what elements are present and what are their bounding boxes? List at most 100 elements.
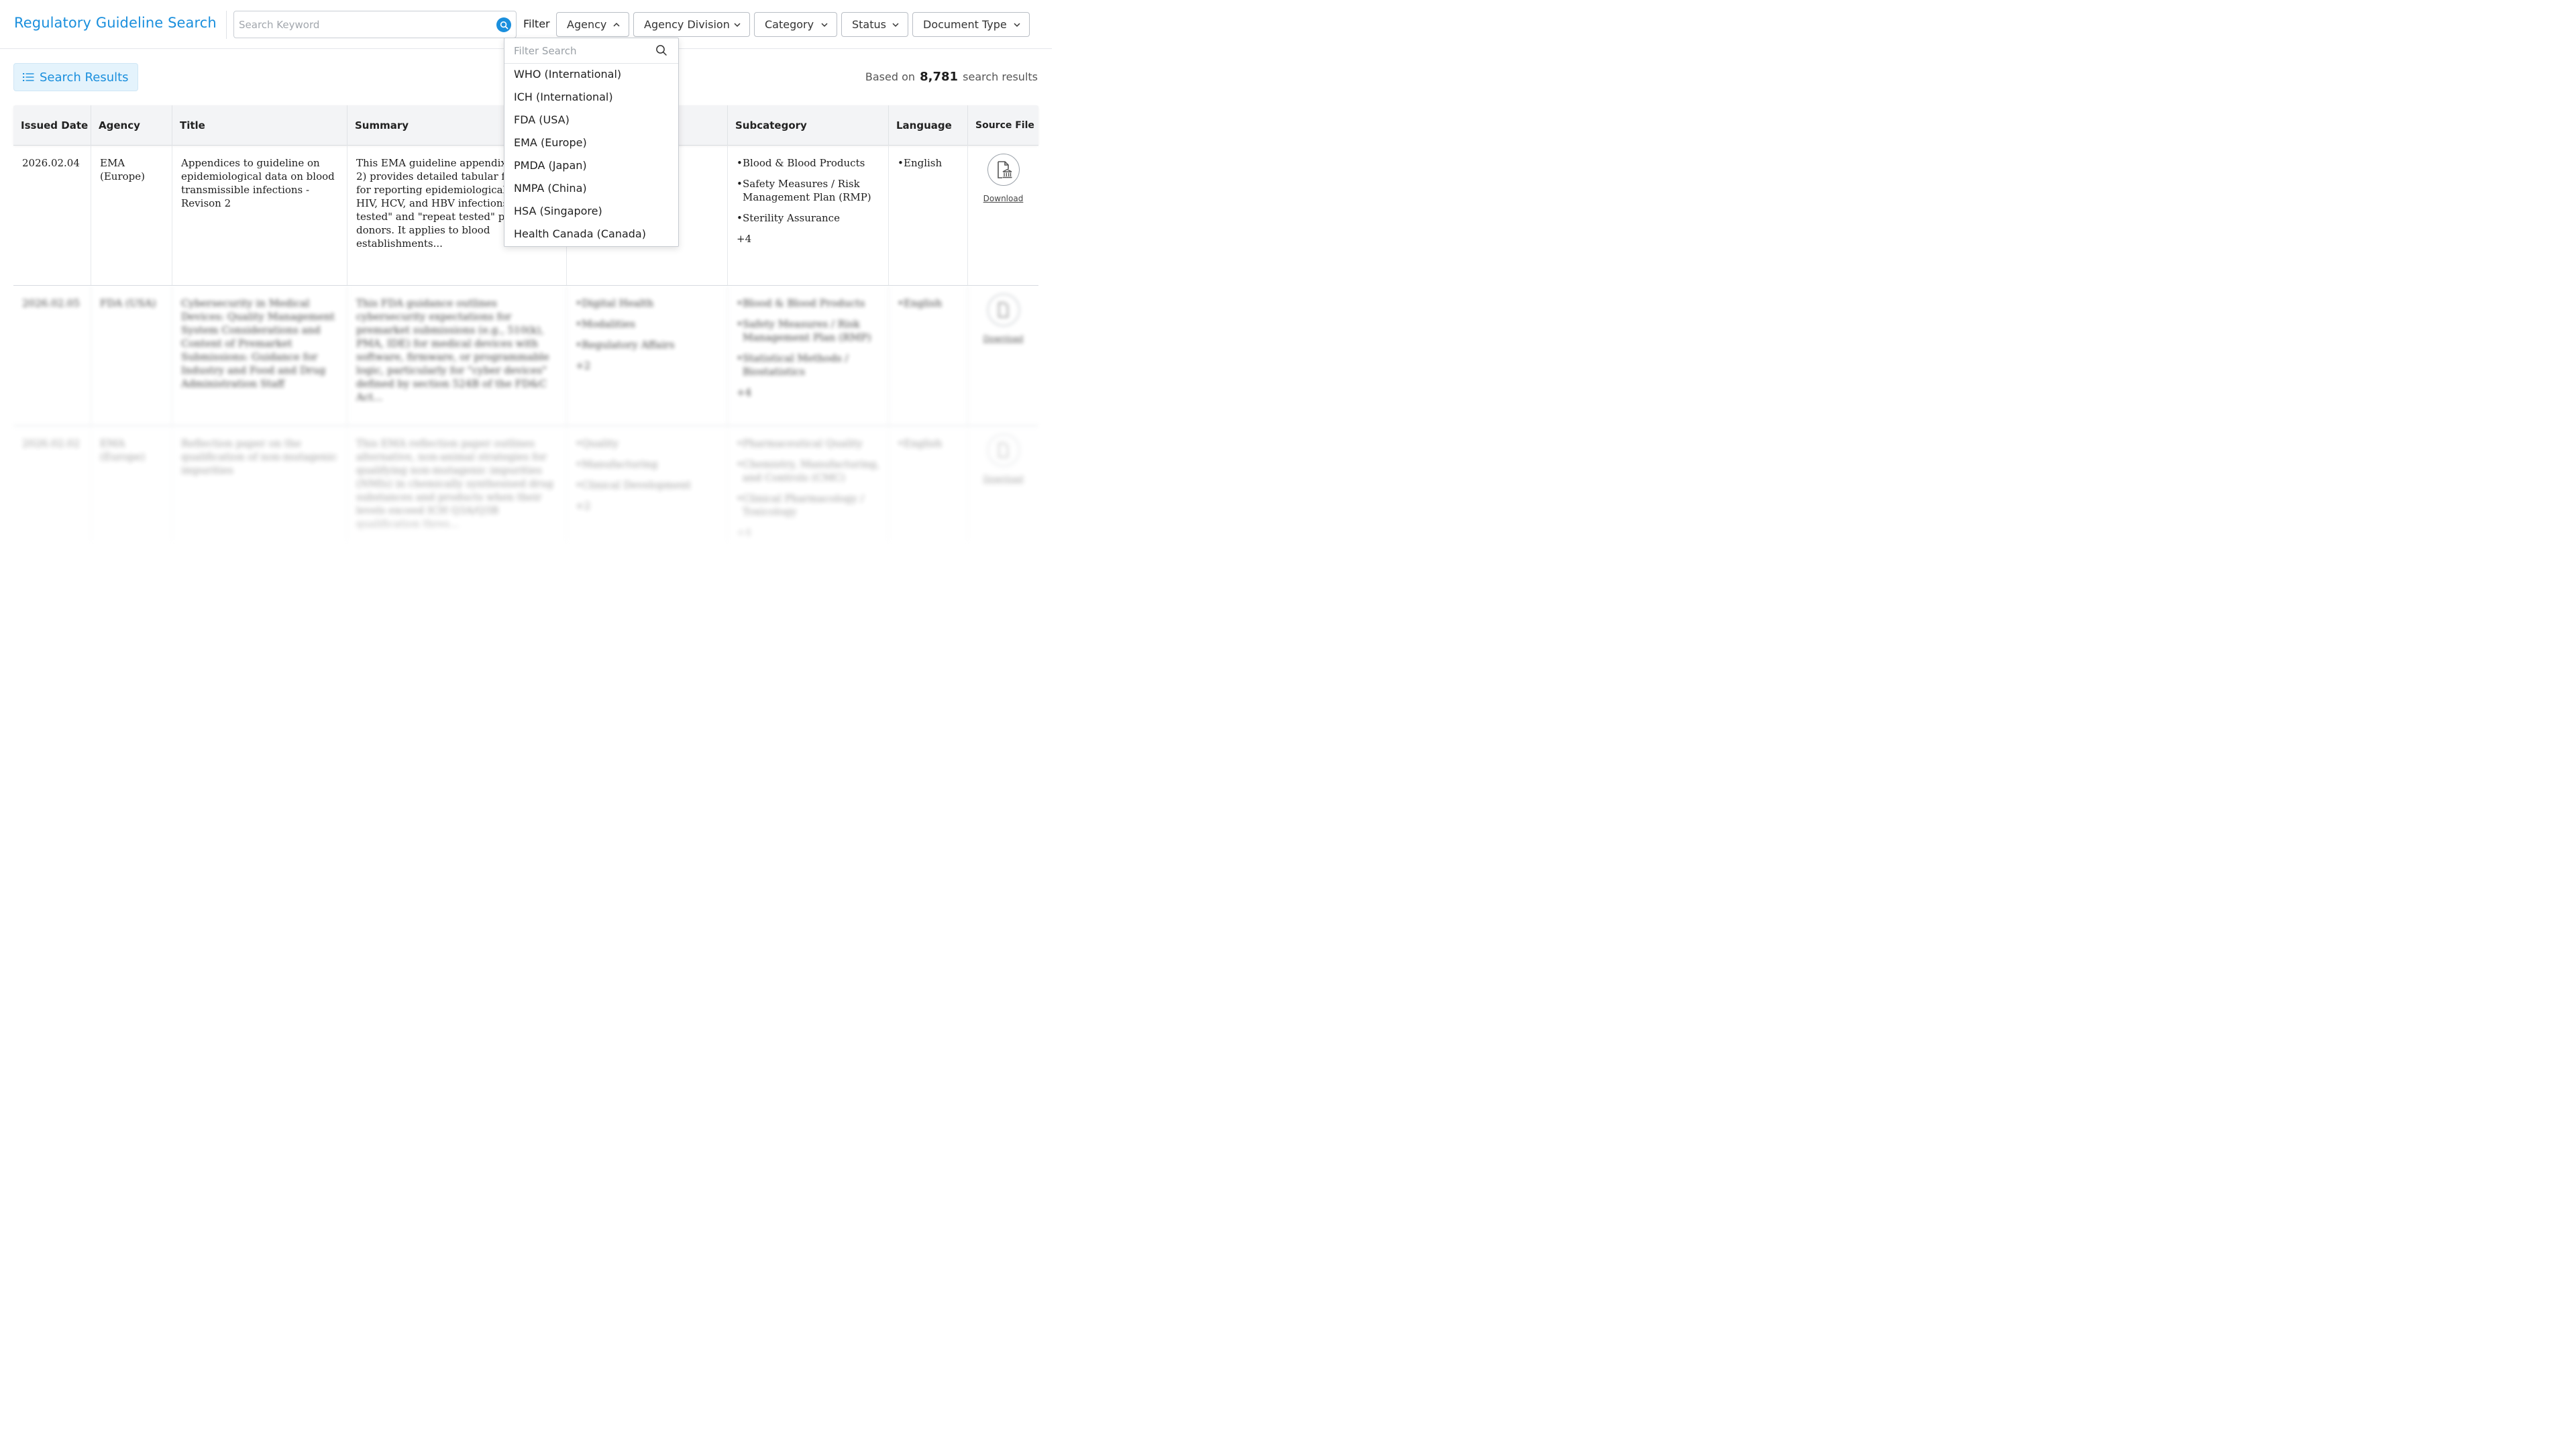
language-item: English [898,297,959,310]
document-icon [998,302,1008,318]
category-item: Clinical Development [576,478,719,492]
filter-label: Filter [523,17,550,30]
cell-title: Appendices to guideline on epidemiologic… [172,146,347,285]
subcategory-item: Safety Measures / Risk Management Plan (… [737,317,880,344]
subcategory-more[interactable]: +4 [737,386,880,399]
download-button[interactable] [987,154,1020,186]
download-link[interactable]: Download [983,192,1024,205]
download-link[interactable]: Download [983,472,1024,486]
language-item: English [898,156,959,170]
results-count: Based on 8,781 search results [865,70,1038,84]
chevron-down-icon [734,23,741,28]
search-button[interactable] [496,17,511,32]
cell-subcategory: Blood & Blood Products Safety Measures /… [728,146,889,285]
cell-language: English [889,426,968,545]
subcategory-item: Statistical Methods / Biostatistics [737,352,880,378]
agency-filter-button[interactable]: Agency [556,12,629,37]
cell-title: Reflection paper on the qualification of… [172,426,347,545]
chevron-down-icon [821,23,828,28]
cell-issued-date: 2026.02.02 [13,426,91,545]
document-type-filter-label: Document Type [923,18,1007,31]
column-header-agency[interactable]: Agency [91,105,172,146]
column-header-issued-date[interactable]: Issued Date [13,105,91,146]
dropdown-option[interactable]: NMPA (China) [514,182,587,195]
cell-summary: This EMA reflection paper outlines alter… [347,426,567,545]
download-link[interactable]: Download [983,332,1024,345]
document-type-filter-button[interactable]: Document Type [912,12,1030,37]
status-filter-button[interactable]: Status [841,12,908,37]
subcategory-item: Clinical Pharmacology / Toxicology [737,492,880,519]
dropdown-option[interactable]: FDA (USA) [514,113,570,126]
agency-division-filter-button[interactable]: Agency Division [633,12,750,37]
download-button[interactable] [987,294,1020,326]
results-count-value: 8,781 [920,70,959,84]
cell-language: English [889,286,968,425]
cell-category: Quality Manufacturing Clinical Developme… [567,426,728,545]
dropdown-option[interactable]: WHO (International) [514,68,621,80]
dropdown-option[interactable]: HSA (Singapore) [514,205,602,217]
category-filter-button[interactable]: Category [754,12,837,37]
subcategory-more[interactable]: +4 [737,232,880,246]
category-more[interactable]: +2 [576,499,719,513]
search-icon [656,45,667,56]
column-header-title[interactable]: Title [172,105,347,146]
category-more[interactable]: +2 [576,359,719,372]
language-item: English [898,437,959,450]
chevron-down-icon [892,23,899,28]
subcategory-item: Blood & Blood Products [737,156,880,170]
subcategory-item: Chemistry, Manufacturing, and Controls (… [737,458,880,484]
category-filter-label: Category [765,18,814,31]
dropdown-option[interactable]: EMA (Europe) [514,136,587,149]
subcategory-item: Sterility Assurance [737,211,880,225]
results-count-prefix: Based on [865,70,916,83]
search-icon [500,21,508,29]
category-item: Modalities [576,317,719,331]
column-header-language[interactable]: Language [889,105,968,146]
cell-source-file: Download [968,146,1038,285]
cell-issued-date: 2026.02.04 [13,146,91,285]
subcategory-item: Pharmaceutical Quality [737,437,880,450]
cell-agency: EMA (Europe) [91,426,172,545]
search-input[interactable] [239,17,487,33]
divider [226,11,227,39]
dropdown-option[interactable]: ICH (International) [514,91,613,103]
column-header-source-file: Source File [975,120,1034,131]
list-icon [23,73,34,81]
table-row[interactable]: 2026.02.02 EMA (Europe) Reflection paper… [13,426,1038,545]
dropdown-search-input[interactable] [514,44,648,58]
subcategory-more[interactable]: +4 [737,526,880,539]
status-filter-label: Status [852,18,886,31]
cell-category: Digital Health Modalities Regulatory Aff… [567,286,728,425]
subcategory-item: Blood & Blood Products [737,297,880,310]
download-button[interactable] [987,434,1020,466]
agency-filter-label: Agency [567,18,607,31]
column-header-subcategory[interactable]: Subcategory [728,105,889,146]
cell-agency: FDA (USA) [91,286,172,425]
category-item: Manufacturing [576,458,719,471]
chevron-up-icon [613,22,620,27]
document-icon [998,442,1008,458]
cell-title: Cybersecurity in Medical Devices: Qualit… [172,286,347,425]
agency-division-filter-label: Agency Division [644,18,730,31]
subcategory-item: Safety Measures / Risk Management Plan (… [737,177,880,204]
dropdown-option[interactable]: PMDA (Japan) [514,159,587,172]
cell-issued-date: 2026.02.05 [13,286,91,425]
results-count-suffix: search results [963,70,1038,83]
cell-language: English [889,146,968,285]
search-results-tab[interactable]: Search Results [13,63,138,91]
document-bank-icon [997,161,1012,178]
dropdown-option[interactable]: Health Canada (Canada) [514,227,646,240]
cell-source-file: Download [968,286,1038,425]
search-results-label: Search Results [40,70,129,85]
table-row[interactable]: 2026.02.05 FDA (USA) Cybersecurity in Me… [13,286,1038,426]
cell-summary: This FDA guidance outlines cybersecurity… [347,286,567,425]
category-item: Digital Health [576,297,719,310]
cell-source-file: Download [968,426,1038,545]
cell-subcategory: Blood & Blood Products Safety Measures /… [728,286,889,425]
cell-subcategory: Pharmaceutical Quality Chemistry, Manufa… [728,426,889,545]
category-item: Regulatory Affairs [576,338,719,352]
search-box [233,11,517,38]
chevron-down-icon [1014,23,1020,28]
cell-agency: EMA (Europe) [91,146,172,285]
app-title: Regulatory Guideline Search [14,15,217,31]
